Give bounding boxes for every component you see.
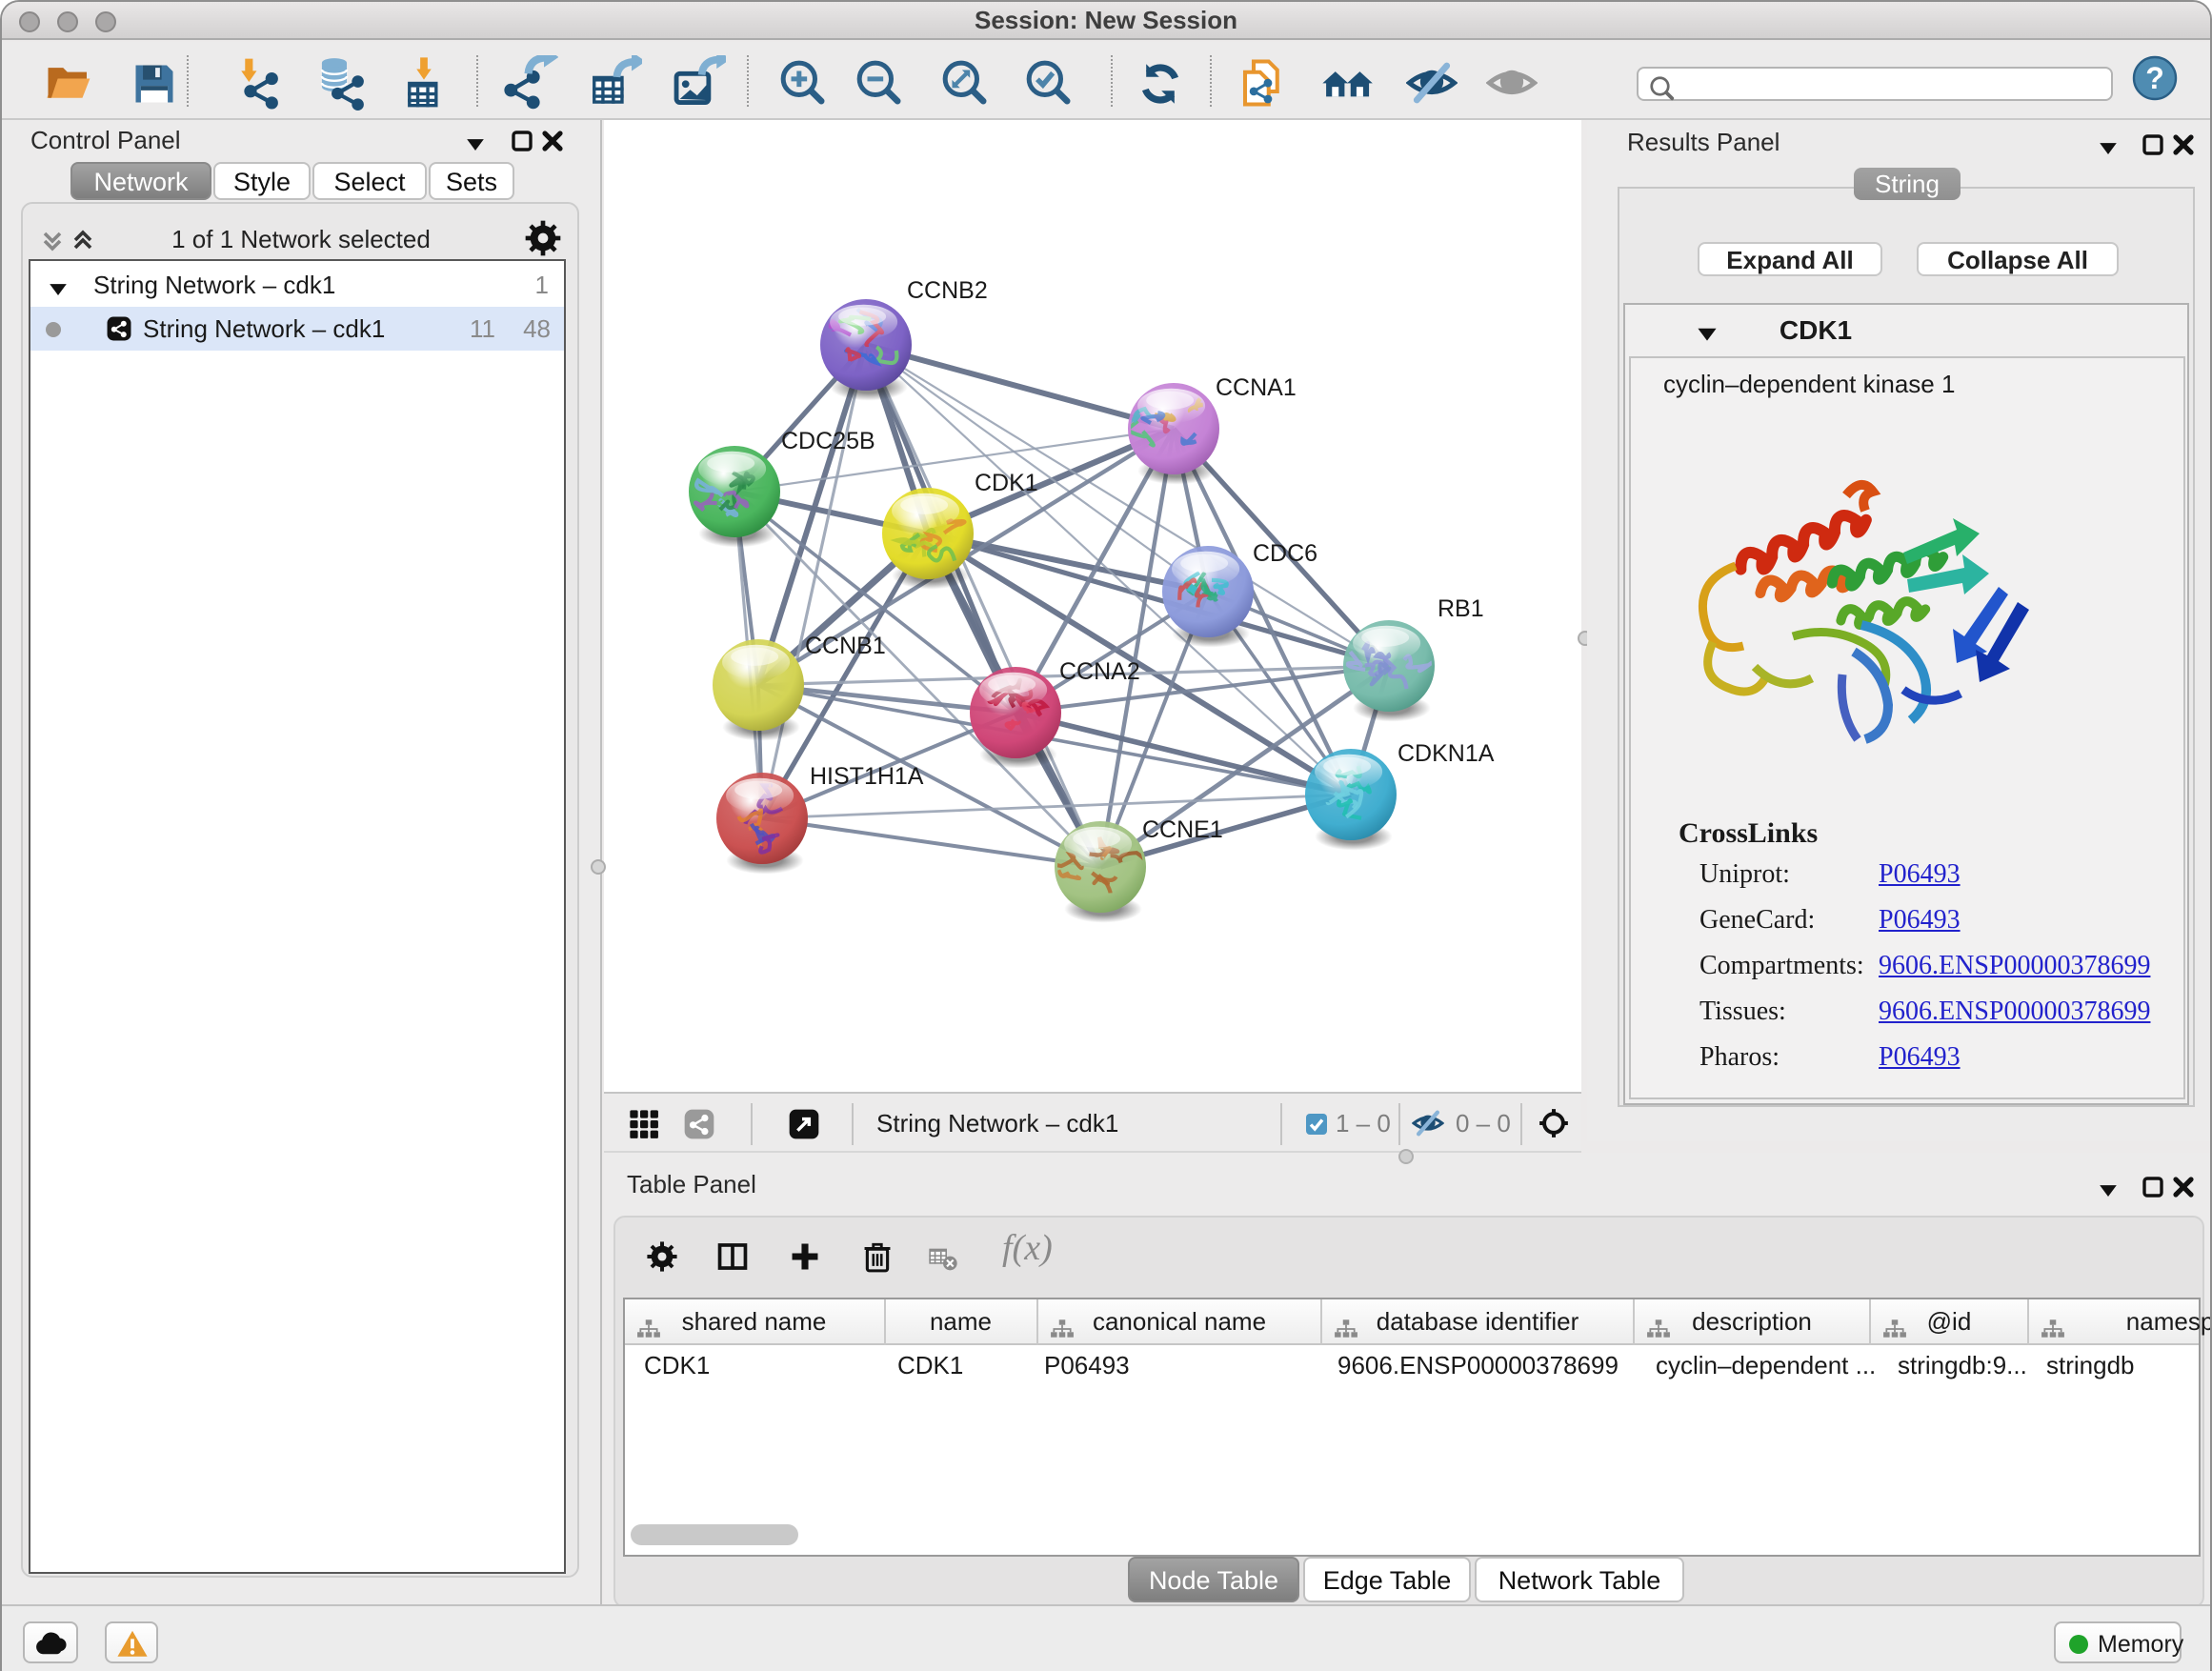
svg-text:CCNB2: CCNB2 bbox=[907, 277, 988, 304]
svg-text:CCNA2: CCNA2 bbox=[1059, 658, 1140, 685]
svg-text:?: ? bbox=[2145, 61, 2164, 95]
svg-text:CDC25B: CDC25B bbox=[781, 428, 875, 454]
svg-text:CCNB1: CCNB1 bbox=[805, 633, 886, 659]
svg-text:RB1: RB1 bbox=[1438, 595, 1484, 622]
svg-text:CDK1: CDK1 bbox=[975, 470, 1038, 496]
svg-text:HIST1H1A: HIST1H1A bbox=[810, 763, 924, 790]
svg-text:CCNA1: CCNA1 bbox=[1216, 374, 1297, 401]
svg-text:CDKN1A: CDKN1A bbox=[1398, 740, 1495, 767]
svg-text:CDC6: CDC6 bbox=[1253, 540, 1317, 567]
svg-text:CCNE1: CCNE1 bbox=[1142, 816, 1223, 843]
